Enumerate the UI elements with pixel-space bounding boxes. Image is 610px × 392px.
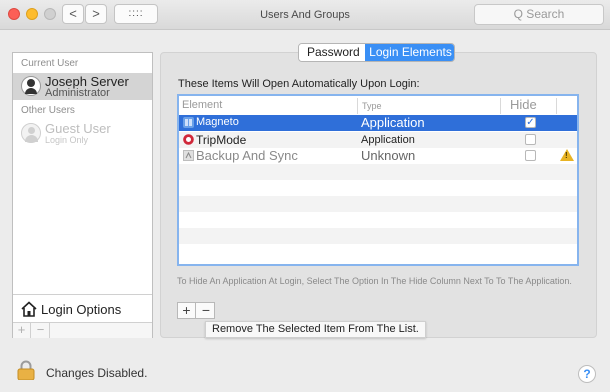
item-name: Magneto bbox=[196, 116, 239, 128]
item-type: Unknown bbox=[361, 148, 416, 163]
current-user-heading: Current User bbox=[21, 58, 79, 69]
empty-row bbox=[179, 180, 577, 196]
tab-password-label: Password bbox=[307, 45, 360, 59]
item-name: Backup And Sync bbox=[196, 148, 298, 163]
user-name: Guest User bbox=[45, 121, 111, 136]
checkmark-icon: ✓ bbox=[526, 117, 535, 128]
user-item-joseph-server[interactable]: Joseph Server Administrator bbox=[13, 73, 152, 100]
login-items-heading: These Items Will Open Automatically Upon… bbox=[178, 78, 420, 90]
guest-avatar-icon bbox=[21, 123, 41, 143]
column-divider bbox=[556, 98, 557, 114]
item-name: TripMode bbox=[196, 133, 247, 147]
user-avatar-icon bbox=[21, 76, 41, 96]
remove-user-button[interactable]: − bbox=[32, 323, 50, 338]
add-item-button[interactable]: + bbox=[178, 303, 196, 318]
table-row[interactable]: Backup And Sync Unknown ! bbox=[179, 148, 577, 164]
user-role: Login Only bbox=[45, 135, 89, 145]
login-items-table[interactable]: Element Type Hide Magneto Application ✓ … bbox=[177, 94, 579, 266]
column-divider bbox=[357, 98, 358, 114]
empty-row bbox=[179, 164, 577, 180]
hide-checkbox[interactable]: ✓ bbox=[525, 117, 536, 128]
warning-icon-mark: ! bbox=[565, 151, 568, 160]
login-options-label: Login Options bbox=[41, 302, 122, 317]
empty-row bbox=[179, 196, 577, 212]
table-header: Element Type Hide bbox=[179, 96, 577, 116]
lock-icon[interactable] bbox=[17, 360, 35, 380]
items-add-remove-bar: + − bbox=[177, 302, 215, 319]
magnet-app-icon bbox=[183, 117, 194, 128]
generic-app-icon bbox=[183, 150, 194, 161]
column-header-type[interactable]: Type bbox=[362, 101, 382, 111]
lock-status-text: Changes Disabled. bbox=[46, 366, 148, 380]
title-bar: < > :::: Users And Groups Q Search bbox=[0, 0, 610, 30]
remove-item-button[interactable]: − bbox=[197, 303, 215, 318]
users-add-remove-bar: + − bbox=[13, 322, 152, 338]
column-divider bbox=[500, 98, 501, 114]
tab-password[interactable]: Password bbox=[299, 44, 365, 61]
user-role: Administrator bbox=[45, 87, 110, 99]
empty-row bbox=[179, 212, 577, 228]
users-list-panel: Current User Joseph Server Administrator… bbox=[12, 52, 153, 338]
hide-hint-text: To Hide An Application At Login, Select … bbox=[177, 276, 572, 286]
tab-bar: Password Login Elements bbox=[298, 43, 455, 62]
search-field[interactable]: Q Search bbox=[474, 4, 604, 25]
login-options-button[interactable]: Login Options bbox=[13, 294, 152, 322]
help-button[interactable]: ? bbox=[578, 365, 596, 383]
remove-item-tooltip: Remove The Selected Item From The List. bbox=[205, 321, 426, 338]
user-item-guest-user[interactable]: Guest User Login Only bbox=[13, 119, 152, 147]
item-type: Application bbox=[361, 134, 415, 146]
tab-login-elements[interactable]: Login Elements bbox=[365, 44, 454, 61]
empty-row bbox=[179, 228, 577, 244]
tab-login-elements-label: Login Elements bbox=[369, 45, 452, 59]
item-type: Application bbox=[361, 115, 425, 130]
empty-row bbox=[179, 244, 577, 260]
add-user-button[interactable]: + bbox=[13, 323, 31, 338]
column-header-hide[interactable]: Hide bbox=[510, 97, 537, 112]
hide-checkbox[interactable] bbox=[525, 134, 536, 145]
hide-checkbox[interactable] bbox=[525, 150, 536, 161]
table-row[interactable]: Magneto Application ✓ bbox=[179, 115, 577, 131]
other-users-heading: Other Users bbox=[21, 105, 75, 116]
table-row[interactable]: TripMode Application bbox=[179, 132, 577, 148]
column-header-element[interactable]: Element bbox=[182, 99, 222, 111]
tripmode-app-icon bbox=[183, 134, 194, 145]
house-icon bbox=[21, 301, 37, 317]
help-icon: ? bbox=[583, 367, 591, 381]
